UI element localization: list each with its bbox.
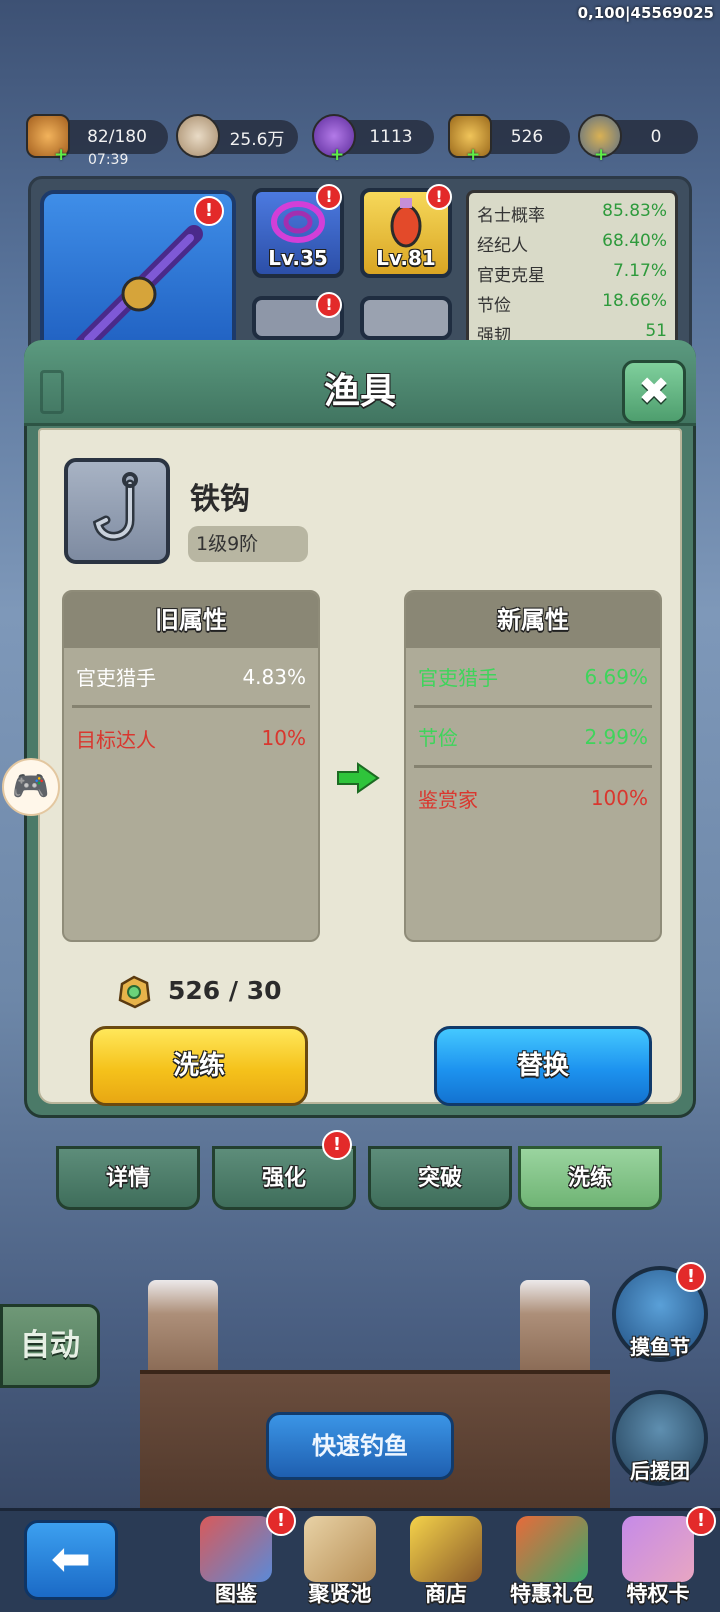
stat-row: 名士概率 85.83% [477,201,667,231]
gift-pack-icon [516,1516,588,1582]
replace-button[interactable]: 替换 [434,1026,652,1106]
add-stone-icon[interactable]: + [466,147,480,164]
new-attribute-row: 节俭 2.99% [414,708,652,768]
stat-value: 85.83% [602,201,667,221]
new-attribute-row: 鉴赏家 100% [414,768,652,828]
attribute-value: 6.69% [584,664,648,689]
old-attribute-row: 目标达人 10% [72,708,310,768]
coin-icon [176,114,220,158]
bait-level-label: Lv.81 [376,246,436,270]
stat-value: 7.17% [612,261,667,281]
refine-stone-icon [118,975,151,1009]
stat-name: 经纪人 [477,236,528,256]
book-icon [200,1516,272,1582]
stat-row: 节俭 18.66% [477,291,667,321]
tab-details[interactable]: 详情 [56,1146,200,1210]
support-team-button[interactable]: 后援团 [612,1390,708,1486]
new-attribute-row: 官吏猎手 6.69% [414,648,652,708]
new-attributes-panel: 新属性 官吏猎手 6.69% 节俭 2.99% 鉴赏家 100% [404,590,662,942]
nav-label: 商店 [425,1582,467,1606]
add-trident-icon[interactable]: + [594,147,608,164]
bait-alert-badge: ! [426,184,452,210]
stamina-timer: 07:39 [88,152,129,168]
modal-title: 渔具 [323,371,396,412]
new-attributes-header: 新属性 [406,592,660,648]
nav-label: 聚贤池 [308,1582,372,1606]
attribute-value: 10% [261,726,306,750]
close-button[interactable]: ✖ [622,360,686,424]
fast-fishing-button[interactable]: 快速钓鱼 [266,1412,454,1480]
attribute-name: 官吏猎手 [418,666,498,690]
privilege-alert-badge: ! [686,1506,716,1536]
enhance-alert-badge: ! [322,1130,352,1160]
attribute-name: 节俭 [418,726,458,750]
festival-alert-badge: ! [676,1262,706,1292]
stat-row: 经纪人 68.40% [477,231,667,261]
gear-stats-panel: 名士概率 85.83% 经纪人 68.40% 官吏克星 7.17% 节俭 18.66% … [466,190,678,350]
line-alert-badge: ! [316,184,342,210]
attribute-name: 官吏猎手 [76,666,156,690]
old-attributes-header: 旧属性 [64,592,318,648]
tab-breakthrough[interactable]: 突破 [368,1146,512,1210]
support-team-label: 后援团 [630,1459,690,1483]
item-name: 铁钩 [190,482,250,517]
back-arrow-icon: ⬅ [50,1531,92,1587]
attribute-value: 4.83% [242,664,306,689]
rod-alert-badge: ! [194,196,224,226]
add-stamina-icon[interactable]: + [54,147,68,164]
arrow-right-icon [337,762,380,794]
iron-hook-icon [92,472,138,541]
attribute-value: 100% [590,786,648,810]
nav-label: 特权卡 [626,1582,690,1606]
stat-value: 68.40% [602,231,667,251]
attribute-value: 2.99% [584,724,648,749]
nav-item-special-offer[interactable]: 特惠礼包 [502,1516,602,1612]
item-grade: 1级9阶 [188,526,308,562]
close-icon: ✖ [638,369,670,413]
privilege-card-icon [622,1516,694,1582]
scroll-icon [304,1516,376,1582]
tab-refine[interactable]: 洗练 [518,1146,662,1210]
fish-festival-label: 摸鱼节 [630,1335,690,1359]
stat-name: 节俭 [477,296,511,316]
attribute-name: 鉴赏家 [418,787,478,812]
nav-item-shop[interactable]: 商店 [396,1516,496,1612]
stamina-value: 82/180 [87,127,147,147]
refine-button[interactable]: 洗练 [90,1026,308,1106]
nav-item-talent-pool[interactable]: 聚贤池 [290,1516,390,1612]
back-button[interactable]: ⬅ [24,1520,118,1600]
add-gem-icon[interactable]: + [330,147,344,164]
nav-label: 特惠礼包 [510,1582,594,1606]
gamepad-float-button[interactable]: 🎮 [2,758,60,816]
stone-value: 526 [510,127,544,147]
old-attribute-row: 官吏猎手 4.83% [72,648,310,708]
auto-button[interactable]: 自动 [0,1304,100,1388]
gamepad-icon: 🎮 [12,769,50,804]
refine-cost: 526 / 30 [168,976,282,1005]
stat-name: 名士概率 [477,206,545,226]
stat-name: 官吏克星 [477,266,545,286]
nav-label: 图鉴 [215,1582,257,1606]
line-level-label: Lv.35 [268,246,328,270]
gem-value: 1113 [369,127,413,147]
hook-item-slot [64,458,170,564]
attribute-name: 目标达人 [76,727,156,752]
hook-alert-badge: ! [316,292,342,318]
debug-id-text: 0,100|45569025 [577,4,714,22]
treasure-bowl-icon [410,1516,482,1582]
old-attributes-panel: 旧属性 官吏猎手 4.83% 目标达人 10% [62,590,320,942]
trident-value: 0 [650,127,662,147]
stat-row: 官吏克星 7.17% [477,261,667,291]
float-card[interactable] [360,296,452,340]
stat-value: 18.66% [602,291,667,311]
